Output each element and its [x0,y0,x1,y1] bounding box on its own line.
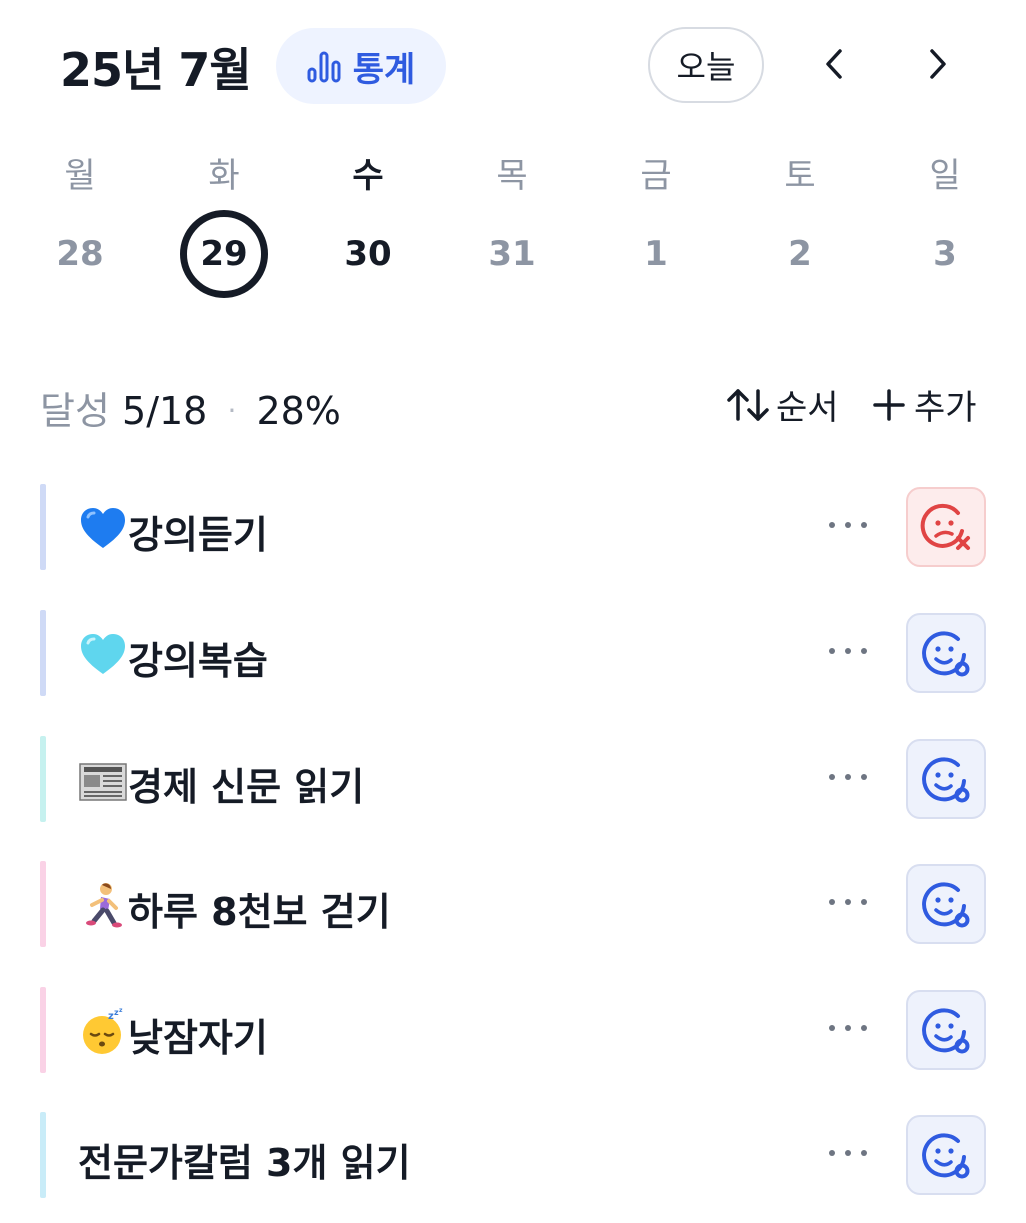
more-dots-icon [829,899,867,905]
weekday-thu: 목 [496,156,528,196]
next-week-button[interactable] [914,40,962,88]
weekday-sat: 토 [784,156,816,196]
achievement-count: 5/18 [122,389,208,433]
month-title: 25년 7월 [60,43,252,97]
sad-face-x-icon [920,503,970,550]
smiley-add-icon [922,1008,970,1054]
day-1[interactable]: 1 [606,234,706,274]
habit-more-button[interactable] [826,1013,870,1043]
habit-row[interactable]: 강의듣기 [40,484,990,570]
newspaper-icon [78,756,128,806]
habit-color-bar [40,736,46,822]
light-blue-heart-icon [78,630,128,680]
prev-week-button[interactable] [810,40,858,88]
habit-status-button[interactable] [906,990,986,1070]
smiley-add-icon [922,882,970,928]
habit-name: 전문가칼럼 3개 읽기 [78,1141,411,1185]
habit-name: 강의복습 [128,639,268,683]
selected-day-ring [180,210,268,298]
habit-name: 강의듣기 [128,513,268,557]
habit-status-button[interactable] [906,1115,986,1195]
day-2[interactable]: 2 [750,234,850,274]
calendar-header: 25년 7월 통계 오늘 [0,0,1026,130]
habit-color-bar [40,861,46,947]
sort-order-button[interactable]: 순서 [726,380,839,429]
achievement-summary: 달성 5/18 · 28% [40,380,341,435]
habit-status-failed-button[interactable] [906,487,986,567]
achievement-percent: 28% [256,389,341,433]
more-dots-icon [829,774,867,780]
habit-row[interactable]: 강의복습 [40,610,990,696]
habit-status-button[interactable] [906,864,986,944]
weekday-sun: 일 [929,156,961,196]
smiley-add-icon [922,631,970,677]
habit-color-bar [40,610,46,696]
day-30-today[interactable]: 30 [318,234,418,274]
habit-name: 하루 8천보 걷기 [128,890,391,934]
chevron-right-icon [930,49,946,79]
weekday-mon: 월 [64,156,96,196]
habit-more-button[interactable] [826,636,870,666]
sort-arrows-icon [727,388,769,421]
add-habit-label: 추가 [914,388,977,428]
day-31[interactable]: 31 [462,234,562,274]
bar-chart-icon [307,51,341,83]
sort-order-label: 순서 [776,388,839,428]
achievement-label: 달성 [40,389,110,433]
more-dots-icon [829,1025,867,1031]
blue-heart-icon [78,504,128,554]
habit-color-bar [40,1112,46,1198]
weekday-tue: 화 [208,156,240,196]
habit-row[interactable]: 경제 신문 읽기 [40,736,990,822]
more-dots-icon [829,522,867,528]
more-dots-icon [829,648,867,654]
habit-status-button[interactable] [906,613,986,693]
smiley-add-icon [922,1133,970,1179]
day-3[interactable]: 3 [895,234,995,274]
svg-text:z: z [119,1007,123,1014]
summary-separator: · [227,394,237,427]
habit-color-bar [40,484,46,570]
weekday-wed: 수 [352,156,384,196]
weekday-fri: 금 [640,156,672,196]
habit-more-button[interactable] [826,762,870,792]
today-button[interactable]: 오늘 [648,27,764,103]
sleeping-face-icon: zzz [78,1007,128,1057]
habit-name: 경제 신문 읽기 [128,765,365,809]
chevron-left-icon [826,49,842,79]
add-habit-button[interactable]: 추가 [872,380,977,429]
stats-label: 통계 [352,49,416,90]
habit-more-button[interactable] [826,887,870,917]
more-dots-icon [829,1150,867,1156]
habit-more-button[interactable] [826,510,870,540]
running-woman-icon [78,881,128,931]
habit-name: 낮잠자기 [128,1016,268,1060]
stats-button[interactable]: 통계 [276,28,446,104]
habit-row[interactable]: 하루 8천보 걷기 [40,861,990,947]
habit-status-button[interactable] [906,739,986,819]
habit-row[interactable]: 전문가칼럼 3개 읽기 [40,1112,990,1198]
habit-color-bar [40,987,46,1073]
habit-more-button[interactable] [826,1138,870,1168]
day-28[interactable]: 28 [30,234,130,274]
plus-icon [873,388,905,421]
smiley-add-icon [922,757,970,803]
habit-row[interactable]: z z z 낮잠자기 [40,987,990,1073]
